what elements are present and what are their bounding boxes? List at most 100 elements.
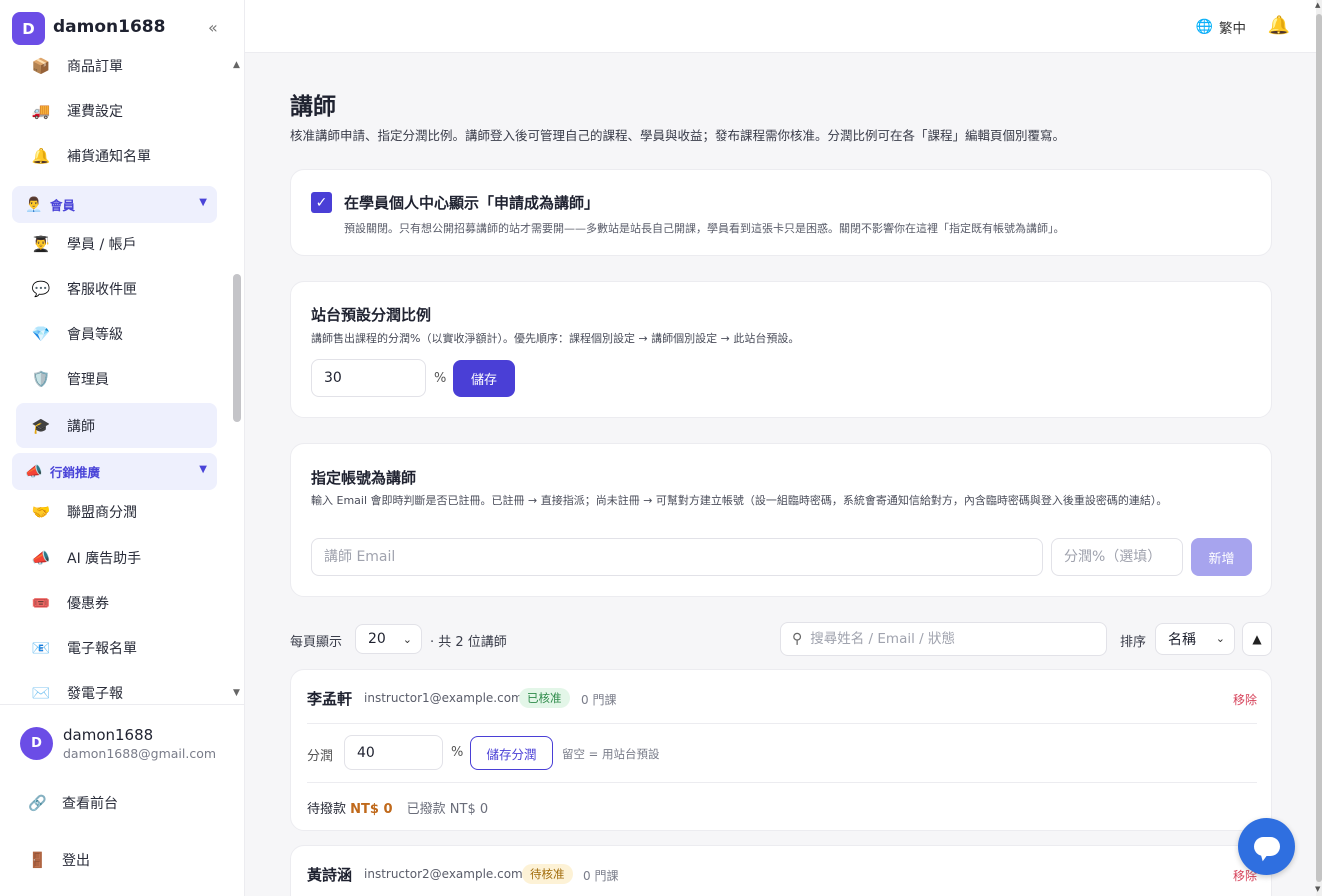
status-badge: 待核准 [522,864,573,884]
sidebar-item-ai-ads[interactable]: 📣 AI 廣告助手 [16,537,217,579]
sidebar-nav: 📦 商品訂單 🚚 運費設定 🔔 補貨通知名單 👨‍💼 會員 ▼ 👨‍🎓 學員 /… [0,56,230,704]
notification-bell-icon[interactable]: 🔔 [1268,15,1290,36]
per-page-select[interactable]: 20 ⌄ [355,624,422,654]
logout-label: 登出 [62,853,90,869]
sort-select[interactable]: 名稱 ⌄ [1155,623,1235,655]
sidebar-footer: D damon1688 damon1688@gmail.com 🔗 查看前台 🚪… [0,704,244,896]
graduation-cap-icon: 🎓 [31,416,51,435]
show-apply-hint: 預設關閉。只有想公開招募講師的站才需要開——多數站是站長自己開課，學員看到這張卡… [344,222,1065,235]
page-scroll-thumb[interactable] [1316,14,1322,882]
divider [307,782,1257,783]
shield-icon: 🛡️ [31,370,51,388]
user-name: damon1688 [63,726,154,744]
view-storefront-label: 查看前台 [62,796,118,812]
percent-unit: % [451,745,464,760]
globe-icon: 🌐 [1195,19,1213,35]
sidebar-item-label: AI 廣告助手 [67,551,142,567]
collapse-sidebar-icon[interactable]: « [208,18,218,37]
chat-bubble-icon: 💬 [31,280,51,298]
sort-label: 排序 [1120,635,1147,650]
assign-instructor-card: 指定帳號為講師 輸入 Email 會即時判斷是否已註冊。已註冊 → 直接指派；尚… [290,443,1272,597]
view-storefront-link[interactable]: 🔗 查看前台 [28,793,118,813]
sidebar-scroll-thumb[interactable] [233,274,241,422]
chevron-down-icon: ⌄ [402,633,412,646]
sidebar-item-label: 管理員 [67,372,109,388]
sidebar-item-label: 運費設定 [67,104,123,120]
instructor-share-input[interactable] [344,735,443,770]
student-icon: 👨‍🎓 [31,235,51,253]
sidebar-group-members[interactable]: 👨‍💼 會員 ▼ [12,186,217,223]
instructor-email-input[interactable] [311,538,1043,576]
sidebar-item-label: 會員等級 [67,327,123,343]
sidebar-item-label: 優惠券 [67,596,109,612]
member-icon: 👨‍💼 [25,196,43,213]
sort-direction-button[interactable]: ▲ [1242,622,1272,656]
sidebar-item-instructors[interactable]: 🎓 講師 [16,403,217,448]
scroll-down-icon[interactable]: ▼ [1315,885,1320,893]
sidebar-item-label: 聯盟商分潤 [67,505,137,521]
per-page-label: 每頁顯示 [290,635,343,650]
course-count: 0 門課 [583,869,619,883]
scroll-up-icon[interactable]: ▲ [233,60,240,70]
sidebar-item-label: 補貨通知名單 [67,149,151,165]
show-apply-checkbox[interactable]: ✓ [311,192,332,213]
megaphone-icon: 📣 [31,549,51,567]
sidebar-item-admins[interactable]: 🛡️ 管理員 [16,358,217,400]
sidebar-item-restock-notify[interactable]: 🔔 補貨通知名單 [16,135,217,177]
page-scrollbar[interactable]: ▲ ▼ [1315,0,1322,896]
instructor-email: instructor2@example.com [364,867,523,881]
add-instructor-button[interactable]: 新增 [1191,538,1252,576]
sidebar-item-member-levels[interactable]: 💎 會員等級 [16,313,217,355]
sidebar-item-product-orders[interactable]: 📦 商品訂單 [16,56,217,87]
assign-title: 指定帳號為講師 [311,469,417,487]
logout-link[interactable]: 🚪 登出 [28,850,90,870]
instructor-share-input[interactable] [1051,538,1183,576]
pending-payout-amount: NT$ 0 [350,802,393,817]
handshake-icon: 🤝 [31,503,51,521]
default-share-card: 站台預設分潤比例 講師售出課程的分潤%（以實收淨額計）。優先順序：課程個別設定 … [290,281,1272,418]
instructor-card: 黃詩涵 instructor2@example.com 待核准 0 門課 移除 [290,845,1272,896]
sidebar-item-affiliate[interactable]: 🤝 聯盟商分潤 [16,491,217,533]
sidebar-item-send-newsletter[interactable]: ✉️ 發電子報 [16,672,217,704]
show-apply-label[interactable]: 在學員個人中心顯示「申請成為講師」 [344,192,599,213]
default-share-input[interactable] [311,359,426,397]
sidebar-item-label: 客服收件匣 [67,282,137,298]
status-badge: 已核准 [519,688,570,708]
per-page-value: 20 [368,631,386,647]
page-title: 講師 [290,94,336,120]
save-default-share-button[interactable]: 儲存 [453,360,515,397]
instructor-email: instructor1@example.com [364,691,523,705]
topbar: 🌐 繁中 🔔 [245,0,1316,53]
page-description: 核准講師申請、指定分潤比例。講師登入後可管理自己的課程、學員與收益；發布課程需你… [290,128,1066,143]
sidebar-item-shipping[interactable]: 🚚 運費設定 [16,90,217,132]
instructor-name: 黃詩涵 [307,866,353,884]
default-share-title: 站台預設分潤比例 [311,306,432,324]
sidebar-item-students[interactable]: 👨‍🎓 學員 / 帳戶 [16,223,217,265]
sidebar-item-label: 商品訂單 [67,59,123,75]
instructor-name: 李孟軒 [307,690,353,708]
sidebar-item-newsletter-list[interactable]: 📧 電子報名單 [16,627,217,669]
sidebar-item-label: 電子報名單 [67,641,137,657]
sidebar-group-marketing[interactable]: 📣 行銷推廣 ▼ [12,453,217,490]
chat-support-button[interactable] [1238,818,1295,875]
door-icon: 🚪 [28,851,47,869]
remove-instructor-link[interactable]: 移除 [1233,691,1257,708]
sort-value: 名稱 [1168,632,1196,648]
sidebar-scrollbar[interactable]: ▲ ▼ [230,56,244,704]
sidebar-item-support-inbox[interactable]: 💬 客服收件匣 [16,268,217,310]
search-input-wrapper[interactable]: ⚲ [780,622,1107,656]
sidebar: D damon1688 « 📦 商品訂單 🚚 運費設定 🔔 補貨通知名單 👨‍💼… [0,0,245,896]
sidebar-item-coupons[interactable]: 🎟️ 優惠券 [16,582,217,624]
sidebar-item-label: 學員 / 帳戶 [67,237,137,253]
language-switcher[interactable]: 🌐 繁中 [1196,17,1246,37]
save-share-button[interactable]: 儲存分潤 [470,736,553,770]
avatar[interactable]: D [20,727,53,760]
bell-icon: 🔔 [31,147,51,165]
sidebar-group-label: 會員 [50,198,76,213]
search-input[interactable] [810,631,1091,647]
link-icon: 🔗 [28,794,47,812]
pending-payout-label: 待撥款 [307,802,347,817]
mail-list-icon: 📧 [31,639,51,657]
scroll-up-icon[interactable]: ▲ [1315,1,1320,9]
scroll-down-icon[interactable]: ▼ [233,688,240,698]
